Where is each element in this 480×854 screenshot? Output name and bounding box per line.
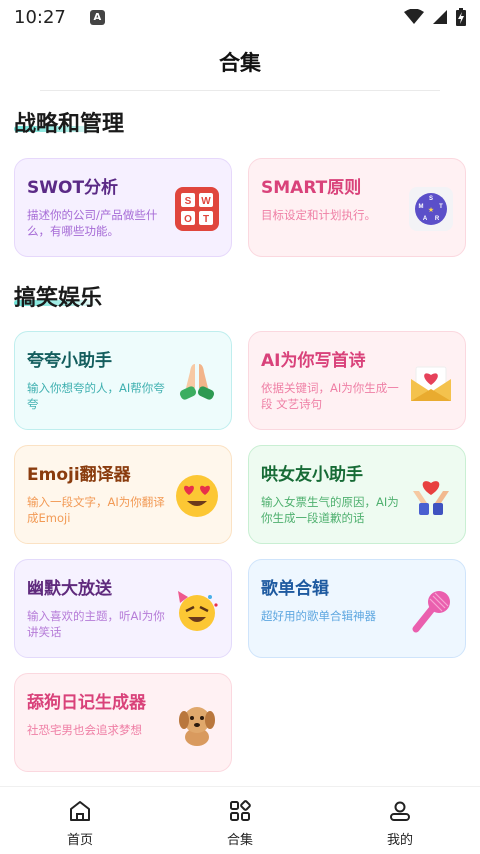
- svg-text:R: R: [435, 216, 440, 222]
- card-desc: 社恐宅男也会追求梦想: [27, 723, 142, 737]
- card-playlist[interactable]: 歌单合辑 超好用的歌单合辑神器: [248, 559, 466, 658]
- swot-icon: S W O T: [173, 185, 221, 233]
- puppy-icon: [173, 700, 221, 748]
- user-icon: [390, 801, 410, 821]
- microphone-icon: [407, 586, 455, 634]
- card-dog-diary[interactable]: 舔狗日记生成器 社恐宅男也会追求梦想: [14, 673, 232, 772]
- nav-label: 首页: [66, 833, 93, 848]
- card-kuakua[interactable]: 夸夸小助手 输入你想夸的人，AI帮你夸夸: [14, 331, 232, 430]
- svg-text:S: S: [185, 196, 192, 207]
- svg-text:O: O: [184, 214, 192, 225]
- signal-icon: [433, 10, 447, 24]
- status-icons: [404, 8, 466, 26]
- card-emoji-translator[interactable]: Emoji翻译器 输入一段文字，AI为你翻译成Emoji: [14, 445, 232, 544]
- card-desc: 输入喜欢的主题，听AI为你讲笑话: [27, 609, 165, 639]
- svg-text:W: W: [201, 196, 211, 207]
- card-humor[interactable]: 幽默大放送 输入喜欢的主题，听AI为你讲笑话: [14, 559, 232, 658]
- praying-hands-icon: [173, 358, 221, 406]
- section-title-fun: 搞笑娱乐: [14, 286, 103, 311]
- card-desc: 依据关键词，AI为你生成一段 文艺诗句: [261, 381, 399, 411]
- status-time: 10:27: [14, 6, 66, 28]
- love-letter-icon: [407, 358, 455, 406]
- smart-circle-icon: S M T ★ A R: [407, 185, 455, 233]
- heart-eyes-emoji-icon: [173, 472, 221, 520]
- svg-text:A: A: [423, 216, 428, 222]
- hands-heart-icon: [407, 472, 455, 520]
- home-icon: [70, 801, 90, 821]
- bottom-nav: 首页 合集 我的: [0, 786, 480, 854]
- header: 合集: [0, 34, 480, 90]
- svg-text:S: S: [429, 196, 433, 202]
- card-desc: 描述你的公司/产品做些什么，有哪些功能。: [27, 208, 158, 238]
- laughing-party-emoji-icon: [173, 586, 221, 634]
- svg-text:T: T: [203, 214, 209, 225]
- card-desc: 输入女票生气的原因，AI为你生成一段道歉的话: [261, 495, 399, 525]
- section-title-strategy: 战略和管理: [14, 112, 125, 137]
- card-desc: 目标设定和计划执行。: [261, 208, 376, 222]
- card-desc: 输入你想夸的人，AI帮你夸夸: [27, 381, 165, 411]
- svg-text:M: M: [419, 204, 424, 210]
- nav-item-collection[interactable]: 合集: [160, 787, 320, 854]
- wifi-icon: [404, 9, 424, 24]
- card-smart[interactable]: SMART原则 目标设定和计划执行。 S M T ★ A R: [248, 158, 466, 257]
- status-bar: 10:27 A: [0, 0, 480, 34]
- page-title: 合集: [219, 51, 261, 75]
- card-desc: 输入一段文字，AI为你翻译成Emoji: [27, 495, 165, 525]
- card-girlfriend-helper[interactable]: 哄女友小助手 输入女票生气的原因，AI为你生成一段道歉的话: [248, 445, 466, 544]
- nav-item-profile[interactable]: 我的: [320, 787, 480, 854]
- nav-label: 我的: [386, 833, 413, 848]
- svg-text:T: T: [439, 204, 443, 210]
- card-swot[interactable]: SWOT分析 描述你的公司/产品做些什么，有哪些功能。 S W O T: [14, 158, 232, 257]
- header-divider: [40, 90, 440, 91]
- a-icon: A: [89, 9, 105, 25]
- nav-item-home[interactable]: 首页: [0, 787, 160, 854]
- grid-icon: [230, 800, 251, 821]
- battery-charging-icon: [456, 8, 466, 26]
- nav-label: 合集: [226, 833, 253, 848]
- svg-text:★: ★: [428, 206, 434, 214]
- card-poem[interactable]: AI为你写首诗 依据关键词，AI为你生成一段 文艺诗句: [248, 331, 466, 430]
- card-desc: 超好用的歌单合辑神器: [261, 609, 376, 623]
